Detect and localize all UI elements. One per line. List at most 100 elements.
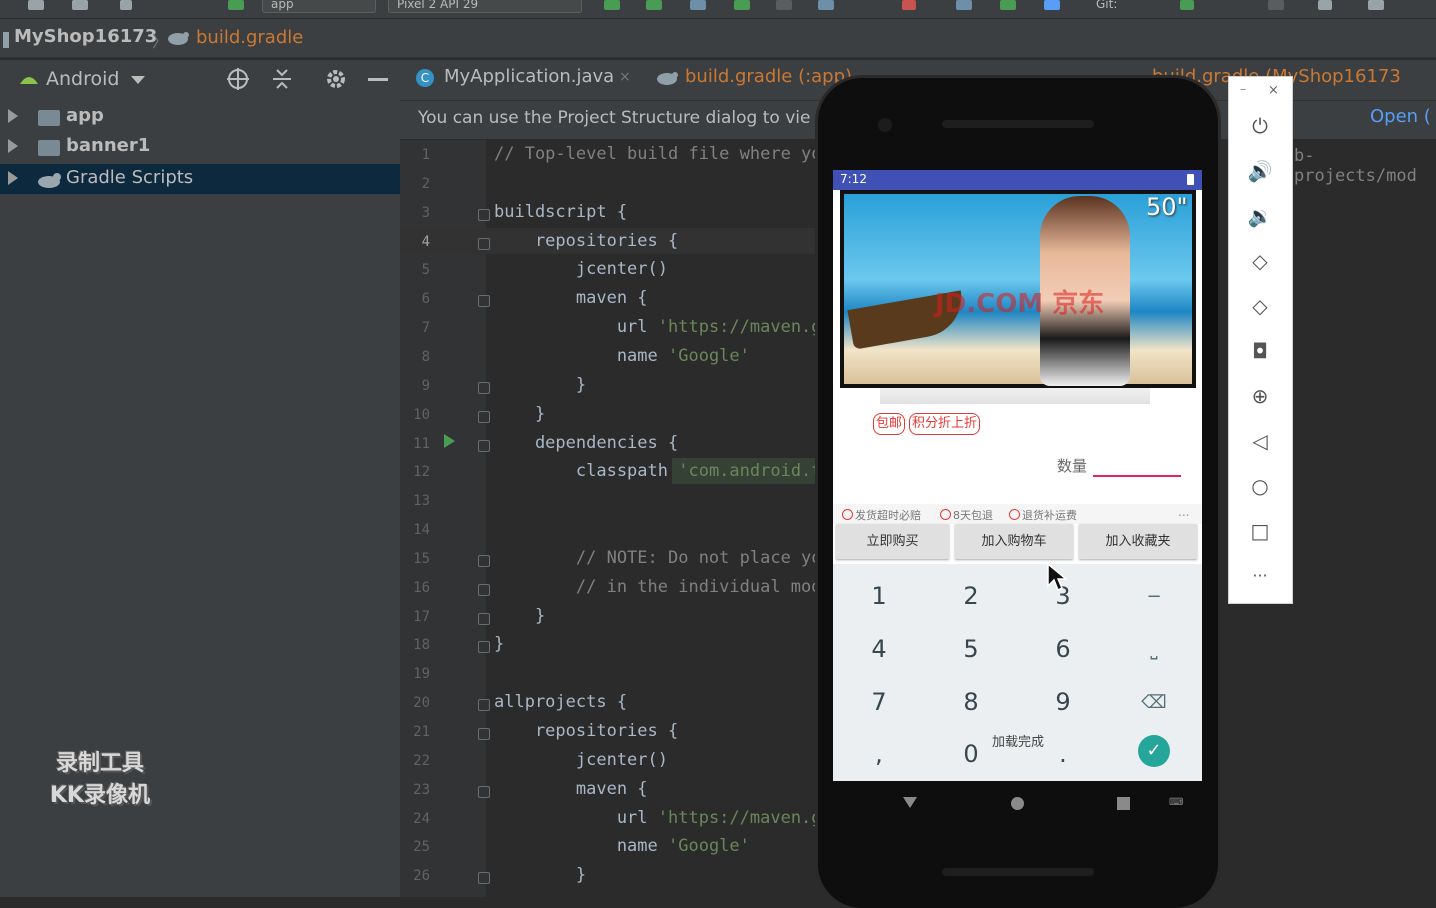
code-line[interactable]: buildscript { (494, 202, 627, 222)
code-line[interactable]: } (494, 404, 545, 424)
code-line[interactable]: dependencies { (494, 433, 678, 453)
fold-marker-icon[interactable] (478, 728, 490, 740)
code-line[interactable]: jcenter() (494, 750, 668, 770)
fold-marker-icon[interactable] (478, 295, 490, 308)
code-line[interactable]: } (494, 634, 504, 654)
fold-marker-icon[interactable] (478, 785, 490, 798)
code-line[interactable]: // in the individual mod (494, 577, 822, 597)
code-line[interactable]: } (494, 606, 545, 626)
fold-marker-icon[interactable] (478, 872, 490, 885)
key-4[interactable]: 4 (849, 635, 909, 663)
code-line[interactable]: } (494, 865, 586, 885)
android-home-icon[interactable] (1011, 797, 1024, 810)
profile-icon[interactable] (734, 0, 750, 10)
breadcrumb-file[interactable]: build.gradle (196, 27, 303, 48)
rotate-right-icon[interactable]: ◇ (1246, 292, 1274, 320)
key-space[interactable]: ⎵ (1124, 639, 1184, 660)
expand-arrow-icon[interactable] (8, 109, 18, 123)
make-project-icon[interactable] (228, 0, 244, 10)
add-to-favorites-button[interactable]: 加入收藏夹 (1079, 524, 1197, 559)
chevron-down-icon[interactable] (131, 76, 145, 84)
coverage-icon[interactable] (818, 0, 834, 10)
close-tab-icon[interactable]: × (619, 69, 631, 85)
tab-myapplication-java[interactable]: MyApplication.java (444, 66, 614, 87)
android-back-icon[interactable] (903, 797, 917, 808)
code-line[interactable]: // NOTE: Do not place yo (494, 548, 822, 568)
fold-marker-icon[interactable] (478, 208, 490, 221)
fold-marker-icon[interactable] (478, 439, 490, 452)
vcs-update-icon[interactable] (1044, 0, 1060, 10)
history-icon[interactable] (1268, 0, 1284, 10)
code-line[interactable]: url 'https://maven.g (494, 808, 822, 828)
code-line[interactable]: allprojects { (494, 692, 627, 712)
save-icon[interactable] (28, 0, 44, 10)
key-7[interactable]: 7 (849, 688, 909, 716)
fold-marker-icon[interactable] (478, 699, 490, 712)
open-project-structure-link[interactable]: Open ( (1370, 106, 1431, 127)
debug-icon[interactable] (690, 0, 706, 10)
volume-down-icon[interactable]: 🔉 (1246, 202, 1274, 230)
fold-marker-icon[interactable] (478, 554, 490, 567)
screenshot-icon[interactable]: ◘ (1246, 337, 1274, 365)
close-icon[interactable]: × (1268, 83, 1279, 98)
zoom-icon[interactable]: ⊕ (1246, 382, 1274, 410)
back-icon[interactable] (120, 0, 132, 10)
key-9[interactable]: 9 (1033, 688, 1093, 716)
code-line[interactable]: maven { (494, 288, 648, 308)
volume-up-icon[interactable]: 🔊 (1246, 157, 1274, 185)
tree-item-app[interactable]: app (0, 102, 400, 132)
code-line[interactable]: name 'Google' (494, 836, 750, 856)
fold-marker-icon[interactable] (478, 583, 490, 596)
code-line[interactable]: // Top-level build file where yo (494, 144, 822, 164)
code-line[interactable]: repositories { (494, 231, 678, 251)
back-icon[interactable]: ◁ (1246, 427, 1274, 455)
fold-marker-icon[interactable] (478, 237, 490, 250)
key-6[interactable]: 6 (1033, 635, 1093, 663)
tree-item-banner1[interactable]: banner1 (0, 132, 400, 162)
more-options-icon[interactable]: ··· (1246, 562, 1274, 590)
code-line[interactable]: name 'Google' (494, 346, 750, 366)
key-comma[interactable]: , (849, 740, 909, 768)
sync-icon[interactable] (72, 0, 88, 10)
expand-arrow-icon[interactable] (8, 139, 18, 153)
more-services-icon[interactable]: ... (1178, 505, 1189, 519)
expand-arrow-icon[interactable] (8, 171, 18, 185)
code-line[interactable]: maven { (494, 779, 648, 799)
avd-manager-icon[interactable] (956, 0, 972, 10)
apply-changes-icon[interactable] (646, 0, 662, 10)
run-icon[interactable] (604, 0, 620, 10)
run-config-select[interactable]: app (262, 0, 376, 13)
stop-icon[interactable] (902, 0, 916, 10)
gear-icon[interactable] (324, 67, 348, 91)
key-1[interactable]: 1 (849, 582, 909, 610)
code-line[interactable]: jcenter() (494, 259, 668, 279)
hide-panel-icon[interactable] (368, 78, 388, 81)
key-5[interactable]: 5 (941, 635, 1001, 663)
key-2[interactable]: 2 (941, 582, 1001, 610)
commit-icon[interactable] (1180, 0, 1194, 10)
home-icon[interactable]: ○ (1246, 472, 1274, 500)
code-line[interactable]: classpath 'com.android.t (494, 461, 822, 481)
tab-build-gradle-app[interactable]: build.gradle (:app) (685, 66, 852, 87)
collapse-all-icon[interactable] (270, 67, 294, 91)
code-line[interactable]: url 'https://maven.g (494, 317, 822, 337)
key-minus[interactable]: − (1124, 586, 1184, 607)
device-select[interactable]: Pixel 2 API 29 (388, 0, 582, 13)
project-view-select[interactable]: Android (46, 68, 119, 90)
add-to-cart-button[interactable]: 加入购物车 (955, 524, 1073, 559)
fold-marker-icon[interactable] (478, 381, 490, 394)
android-recents-icon[interactable] (1117, 797, 1130, 810)
fold-marker-icon[interactable] (478, 612, 490, 625)
fold-marker-icon[interactable] (478, 410, 490, 423)
tree-item-gradle-scripts[interactable]: Gradle Scripts (0, 164, 400, 194)
fold-marker-icon[interactable] (478, 641, 490, 654)
attach-debugger-icon[interactable] (776, 0, 792, 10)
layout-icon[interactable] (1368, 0, 1384, 10)
key-done-button[interactable]: ✓ (1138, 735, 1170, 767)
overview-icon[interactable]: □ (1246, 517, 1274, 545)
minimize-icon[interactable]: – (1240, 82, 1246, 96)
key-8[interactable]: 8 (941, 688, 1001, 716)
quantity-input[interactable] (1093, 475, 1181, 477)
rotate-left-icon[interactable]: ◇ (1246, 247, 1274, 275)
key-backspace[interactable]: ⌫ (1124, 692, 1184, 713)
